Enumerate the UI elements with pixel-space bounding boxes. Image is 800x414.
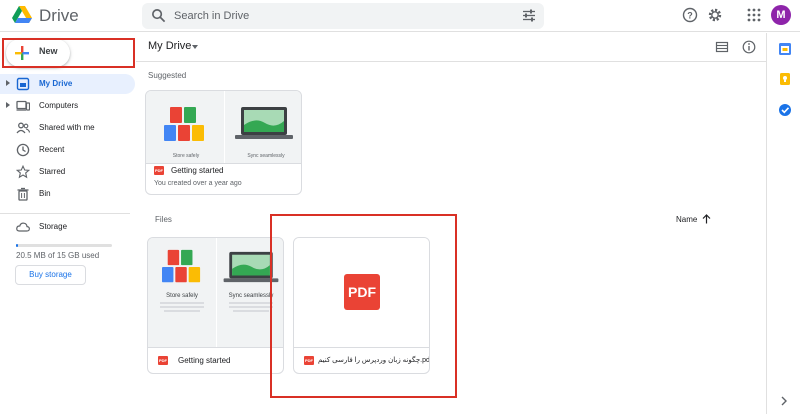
chevron-right-icon[interactable]: [780, 396, 788, 406]
calendar-icon[interactable]: [778, 42, 792, 56]
card-divider: [148, 347, 283, 348]
search-input[interactable]: [174, 7, 504, 25]
suggested-file-card[interactable]: Store safely Sync seamlessly PDF Getting…: [145, 90, 302, 195]
sidebar-divider: [0, 213, 130, 214]
sidebar-item-label: Computers: [39, 101, 79, 110]
search-icon[interactable]: [151, 8, 166, 23]
my-drive-icon: [16, 77, 30, 91]
pdf-file-icon: PDF: [154, 166, 164, 175]
apps-grid-icon[interactable]: [746, 7, 762, 23]
text-line: [229, 302, 273, 304]
sidebar-item-label: Starred: [39, 167, 66, 176]
app-title[interactable]: Drive: [39, 6, 79, 26]
storage-progress-bar: [16, 244, 112, 247]
file-activity: You created over a year ago: [154, 180, 242, 187]
clock-icon: [16, 143, 30, 157]
account-avatar[interactable]: M: [771, 5, 791, 25]
laptop-icon: [235, 107, 293, 139]
info-icon[interactable]: [742, 40, 756, 54]
sidebar-item-recent[interactable]: Recent: [0, 140, 135, 160]
sidebar-item-storage[interactable]: Storage: [0, 217, 135, 237]
tasks-icon[interactable]: [778, 103, 792, 117]
card-divider: [146, 163, 301, 164]
file-card-getting-started[interactable]: Store safely Sync seamlessly PDF Getting…: [147, 237, 284, 374]
text-line: [160, 306, 204, 308]
file-name: Getting started: [171, 166, 224, 175]
buy-storage-button[interactable]: Buy storage: [15, 265, 86, 285]
annotation-highlight-pdf: [270, 214, 457, 398]
sidebar-item-label: Bin: [39, 189, 51, 198]
side-panel: [766, 33, 800, 414]
sidebar-item-starred[interactable]: Starred: [0, 162, 135, 182]
expand-arrow-icon[interactable]: [6, 102, 10, 108]
file-name: Getting started: [178, 356, 231, 365]
thumbnail-left-title: Store safely: [166, 293, 198, 299]
docs-stack-icon: [162, 249, 201, 283]
text-line: [160, 302, 204, 304]
expand-arrow-icon[interactable]: [6, 80, 10, 86]
svg-text:?: ?: [687, 11, 693, 21]
list-view-icon[interactable]: [715, 40, 729, 54]
help-icon[interactable]: ?: [682, 7, 698, 23]
top-bar: Drive ? M: [0, 0, 800, 32]
settings-gear-icon[interactable]: [707, 7, 723, 23]
text-line: [164, 310, 200, 312]
sidebar-item-label: Storage: [39, 222, 68, 231]
thumbnail-right-caption: Sync seamlessly: [247, 153, 285, 159]
toolbar-divider: [136, 61, 766, 62]
star-icon: [16, 165, 30, 179]
trash-icon: [17, 187, 29, 201]
shared-icon: [16, 122, 30, 134]
drive-logo-icon[interactable]: [12, 6, 32, 24]
computer-icon: [16, 100, 30, 111]
docs-stack-icon: [164, 107, 204, 141]
suggested-heading: Suggested: [148, 71, 187, 80]
chevron-down-icon[interactable]: [192, 45, 198, 49]
sidebar-item-label: My Drive: [39, 79, 73, 88]
sidebar-item-label: Shared with me: [39, 123, 95, 132]
sidebar-item-shared[interactable]: Shared with me: [0, 118, 135, 138]
files-heading: Files: [155, 215, 172, 224]
annotation-highlight-my-drive: [2, 38, 135, 68]
sidebar: New My Drive Computers Shared with me Re…: [0, 33, 135, 414]
thumbnail-left-caption: Store safely: [172, 153, 200, 159]
sidebar-item-label: Recent: [39, 145, 65, 154]
sidebar-item-my-drive[interactable]: My Drive: [0, 74, 135, 94]
text-line: [229, 306, 273, 308]
search-options-icon[interactable]: [522, 8, 536, 23]
thumbnail-left: Store safely: [148, 238, 216, 347]
arrow-up-icon[interactable]: [702, 214, 711, 224]
search-bar[interactable]: [142, 3, 544, 29]
cloud-icon: [16, 222, 30, 232]
sidebar-item-bin[interactable]: Bin: [0, 184, 135, 204]
storage-progress-fill: [16, 244, 18, 247]
storage-usage-text: 20.5 MB of 15 GB used: [16, 251, 100, 260]
sort-by-name[interactable]: Name: [676, 215, 697, 224]
keep-notes-icon[interactable]: [778, 72, 792, 86]
sidebar-item-computers[interactable]: Computers: [0, 96, 135, 116]
text-line: [233, 310, 269, 312]
pdf-file-icon: PDF: [158, 356, 168, 365]
page-title[interactable]: My Drive: [148, 40, 191, 52]
